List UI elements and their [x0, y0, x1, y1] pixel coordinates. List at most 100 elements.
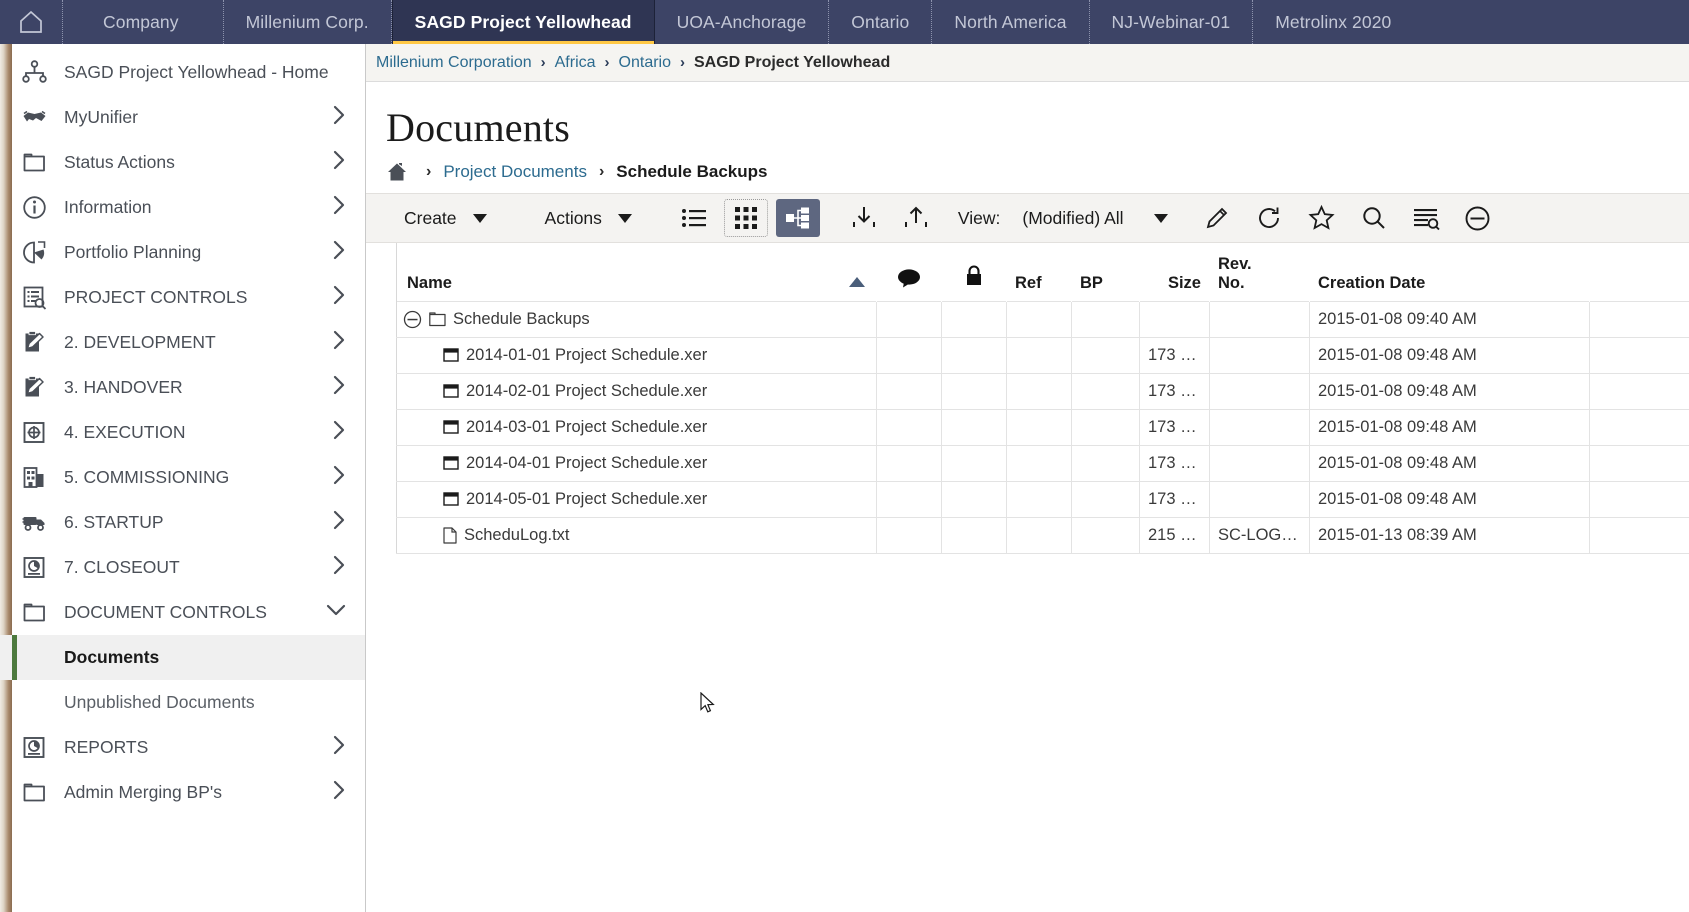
- column-header-size[interactable]: Size: [1140, 243, 1210, 301]
- top-tab-sagd-project-yellowhead[interactable]: SAGD Project Yellowhead: [392, 0, 655, 44]
- cell-name[interactable]: 2014-02-01 Project Schedule.xer: [397, 373, 877, 409]
- cell-ref[interactable]: [1007, 337, 1072, 373]
- sidebar-item-portfolio-planning[interactable]: Portfolio Planning: [0, 230, 365, 275]
- create-menu-button[interactable]: Create: [382, 194, 509, 242]
- tree-view-icon[interactable]: [776, 199, 820, 237]
- chevron-right-icon[interactable]: [331, 284, 347, 311]
- chevron-right-icon[interactable]: [331, 149, 347, 176]
- upload-icon[interactable]: [894, 199, 938, 237]
- sidebar-subitem-unpublished-documents[interactable]: Unpublished Documents: [0, 680, 365, 725]
- pencil-edit-icon[interactable]: [1196, 199, 1240, 237]
- cell-comment[interactable]: [877, 409, 942, 445]
- cell-comment[interactable]: [877, 445, 942, 481]
- cell-size[interactable]: 173 KB: [1140, 337, 1210, 373]
- column-header-rev[interactable]: Rev. No.: [1210, 243, 1310, 301]
- cell-name[interactable]: Schedule Backups: [397, 301, 877, 337]
- refresh-icon[interactable]: [1248, 199, 1292, 237]
- top-tab-nj-webinar-01[interactable]: NJ-Webinar-01: [1090, 0, 1254, 44]
- cell-lock[interactable]: [942, 481, 1007, 517]
- cell-ref[interactable]: [1007, 373, 1072, 409]
- breadcrumb-item-1[interactable]: Africa: [555, 54, 596, 72]
- cell-lock[interactable]: [942, 373, 1007, 409]
- star-favorite-icon[interactable]: [1300, 199, 1344, 237]
- table-row[interactable]: 2014-02-01 Project Schedule.xer 173 KB 201…: [397, 373, 1689, 409]
- grid-view-icon[interactable]: [724, 199, 768, 237]
- cell-size[interactable]: 173 KB: [1140, 373, 1210, 409]
- cell-created[interactable]: 2015-01-08 09:48 AM: [1310, 481, 1590, 517]
- cell-name[interactable]: 2014-03-01 Project Schedule.xer: [397, 409, 877, 445]
- cell-size[interactable]: 173 KB: [1140, 481, 1210, 517]
- cell-size[interactable]: 173 KB: [1140, 409, 1210, 445]
- chevron-right-icon[interactable]: [331, 239, 347, 266]
- table-row[interactable]: Schedule Backups 2015-01-08 09:40 AM: [397, 301, 1689, 337]
- breadcrumb-item-2[interactable]: Ontario: [619, 54, 671, 72]
- column-header-created[interactable]: Creation Date: [1310, 243, 1590, 301]
- cell-comment[interactable]: [877, 301, 942, 337]
- collapse-icon[interactable]: [403, 310, 422, 329]
- chevron-right-icon[interactable]: [331, 554, 347, 581]
- minus-circle-icon[interactable]: [1456, 199, 1500, 237]
- breadcrumb-item-0[interactable]: Millenium Corporation: [376, 54, 532, 72]
- cell-rev[interactable]: [1210, 481, 1310, 517]
- cell-ref[interactable]: [1007, 445, 1072, 481]
- chevron-right-icon[interactable]: [331, 734, 347, 761]
- cell-name[interactable]: 2014-01-01 Project Schedule.xer: [397, 337, 877, 373]
- cell-bp[interactable]: [1072, 337, 1140, 373]
- table-row[interactable]: 2014-03-01 Project Schedule.xer 173 KB 201…: [397, 409, 1689, 445]
- cell-rev[interactable]: [1210, 337, 1310, 373]
- cell-name[interactable]: 2014-04-01 Project Schedule.xer: [397, 445, 877, 481]
- column-header-name[interactable]: Name: [397, 243, 877, 301]
- table-row[interactable]: 2014-01-01 Project Schedule.xer 173 KB 201…: [397, 337, 1689, 373]
- cell-bp[interactable]: [1072, 409, 1140, 445]
- sub-breadcrumb-item-project-documents[interactable]: Project Documents: [443, 162, 587, 182]
- view-selector[interactable]: (Modified) All: [1012, 194, 1177, 242]
- chevron-right-icon[interactable]: [331, 194, 347, 221]
- top-tab-ontario[interactable]: Ontario: [829, 0, 932, 44]
- cell-lock[interactable]: [942, 409, 1007, 445]
- cell-bp[interactable]: [1072, 373, 1140, 409]
- cell-created[interactable]: 2015-01-08 09:48 AM: [1310, 445, 1590, 481]
- home-tab-button[interactable]: [0, 0, 63, 44]
- cell-comment[interactable]: [877, 337, 942, 373]
- cell-lock[interactable]: [942, 337, 1007, 373]
- table-row[interactable]: ScheduLog.txt215 KBSC-LOG…2015-01-13 08:…: [397, 517, 1689, 553]
- cell-created[interactable]: 2015-01-08 09:48 AM: [1310, 409, 1590, 445]
- sidebar-item-2-development[interactable]: 2. DEVELOPMENT: [0, 320, 365, 365]
- column-header-comment[interactable]: [877, 243, 942, 301]
- sidebar-item-7-closeout[interactable]: 7. CLOSEOUT: [0, 545, 365, 590]
- cell-rev[interactable]: [1210, 445, 1310, 481]
- sidebar-item-sagd-project-yellowhead-home[interactable]: SAGD Project Yellowhead - Home: [0, 50, 365, 95]
- find-in-list-icon[interactable]: [1404, 199, 1448, 237]
- sidebar-item-admin-merging-bp-s[interactable]: Admin Merging BP's: [0, 770, 365, 815]
- chevron-right-icon[interactable]: [331, 329, 347, 356]
- cell-lock[interactable]: [942, 517, 1007, 553]
- sidebar-item-3-handover[interactable]: 3. HANDOVER: [0, 365, 365, 410]
- chevron-right-icon[interactable]: [331, 779, 347, 806]
- cell-comment[interactable]: [877, 373, 942, 409]
- cell-comment[interactable]: [877, 481, 942, 517]
- cell-created[interactable]: 2015-01-08 09:48 AM: [1310, 337, 1590, 373]
- cell-ref[interactable]: [1007, 517, 1072, 553]
- sidebar-item-information[interactable]: Information: [0, 185, 365, 230]
- cell-created[interactable]: 2015-01-08 09:48 AM: [1310, 373, 1590, 409]
- cell-lock[interactable]: [942, 301, 1007, 337]
- sidebar-item-4-execution[interactable]: 4. EXECUTION: [0, 410, 365, 455]
- cell-ref[interactable]: [1007, 301, 1072, 337]
- chevron-right-icon[interactable]: [331, 464, 347, 491]
- column-header-lock[interactable]: [942, 243, 1007, 301]
- sidebar-item-5-commissioning[interactable]: 5. COMMISSIONING: [0, 455, 365, 500]
- sort-ascending-icon[interactable]: [848, 274, 866, 293]
- sidebar-item-myunifier[interactable]: MyUnifier: [0, 95, 365, 140]
- cell-name[interactable]: 2014-05-01 Project Schedule.xer: [397, 481, 877, 517]
- sidebar-subitem-documents[interactable]: Documents: [0, 635, 365, 680]
- cell-rev[interactable]: [1210, 409, 1310, 445]
- cell-name[interactable]: ScheduLog.txt: [397, 517, 877, 553]
- top-tab-millenium-corp[interactable]: Millenium Corp.: [224, 0, 392, 44]
- chevron-down-icon[interactable]: [325, 602, 347, 623]
- chevron-right-icon[interactable]: [331, 419, 347, 446]
- sidebar-item-status-actions[interactable]: Status Actions: [0, 140, 365, 185]
- cell-created[interactable]: 2015-01-08 09:40 AM: [1310, 301, 1590, 337]
- search-icon[interactable]: [1352, 199, 1396, 237]
- cell-rev[interactable]: [1210, 301, 1310, 337]
- cell-comment[interactable]: [877, 517, 942, 553]
